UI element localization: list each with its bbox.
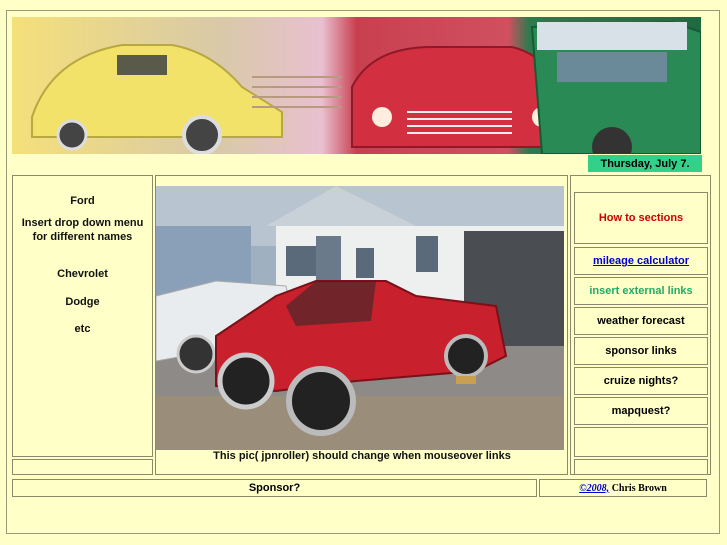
nav-insert-external-links-label[interactable]: insert external links bbox=[589, 285, 692, 297]
nav-how-to-sections-label[interactable]: How to sections bbox=[599, 212, 683, 224]
left-menu-note-line2: for different names bbox=[32, 231, 133, 243]
copyright-link[interactable]: ©2008, bbox=[579, 483, 609, 494]
nav-how-to-sections[interactable]: How to sections bbox=[574, 192, 708, 244]
header-banner-image bbox=[12, 17, 701, 154]
left-menu-item-dodge[interactable]: Dodge bbox=[12, 296, 153, 308]
left-menu-item-etc[interactable]: etc bbox=[12, 323, 153, 335]
nav-insert-external-links[interactable]: insert external links bbox=[574, 277, 708, 305]
date-display: Thursday, July 7. bbox=[588, 155, 702, 172]
left-menu-footer-cell bbox=[12, 459, 153, 475]
banner-cars-illustration bbox=[12, 17, 701, 154]
nav-sponsor-links-label[interactable]: sponsor links bbox=[605, 345, 677, 357]
sponsor-label: Sponsor? bbox=[248, 482, 301, 494]
photo-caption: This pic( jpnroller) should change when … bbox=[213, 450, 511, 462]
nav-weather-forecast[interactable]: weather forecast bbox=[574, 307, 708, 335]
sponsor-bar: Sponsor? bbox=[12, 479, 537, 497]
nav-mapquest[interactable]: mapquest? bbox=[574, 397, 708, 425]
left-menu-item-ford[interactable]: Ford bbox=[12, 195, 153, 207]
copyright-bar: ©2008, Chris Brown bbox=[539, 479, 707, 497]
left-menu-note-line1: Insert drop down menu bbox=[21, 217, 144, 229]
nav-cruize-nights[interactable]: cruize nights? bbox=[574, 367, 708, 395]
right-menu-footer-cell bbox=[574, 459, 708, 475]
featured-truck-photo bbox=[156, 186, 564, 450]
nav-mapquest-label[interactable]: mapquest? bbox=[612, 405, 671, 417]
nav-cruize-nights-label[interactable]: cruize nights? bbox=[604, 375, 679, 387]
left-menu-item-chevrolet[interactable]: Chevrolet bbox=[12, 268, 153, 280]
nav-sponsor-links[interactable]: sponsor links bbox=[574, 337, 708, 365]
nav-weather-forecast-label[interactable]: weather forecast bbox=[597, 315, 684, 327]
nav-mileage-calculator-link[interactable]: mileage calculator bbox=[593, 255, 689, 267]
nav-mileage-calculator[interactable]: mileage calculator bbox=[574, 247, 708, 275]
nav-empty-cell bbox=[574, 427, 708, 457]
author-name: Chris Brown bbox=[609, 482, 667, 494]
